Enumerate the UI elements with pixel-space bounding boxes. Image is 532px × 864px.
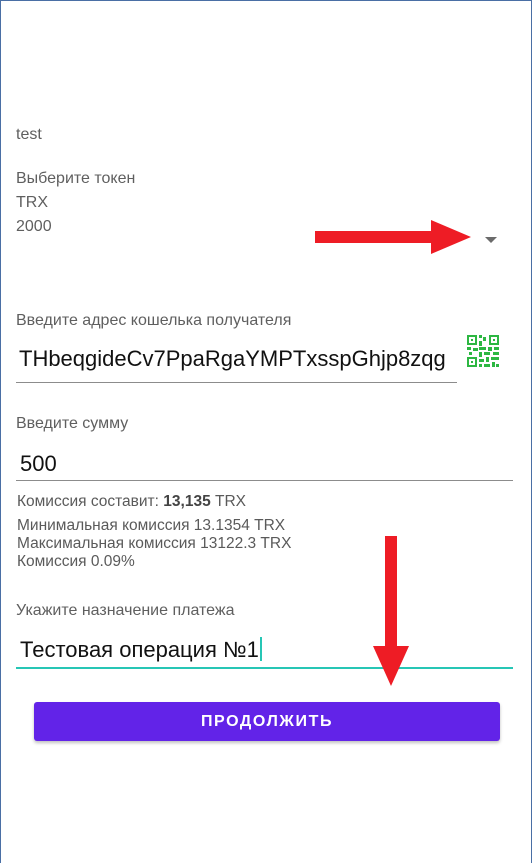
commission-value: 13,135 — [163, 493, 211, 510]
purpose-input[interactable]: Тестовая операция №1 — [20, 637, 262, 663]
continue-button[interactable]: ПРОДОЛЖИТЬ — [34, 702, 500, 741]
commission-percent: Комиссия 0.09% — [17, 553, 135, 570]
address-label: Введите адрес кошелька получателя — [16, 312, 292, 329]
screen: test Выберите токен TRX 2000 Введите адр… — [0, 0, 532, 863]
text-cursor — [259, 637, 262, 661]
amount-input[interactable]: 500 — [20, 451, 57, 477]
commission-max: Максимальная комиссия 13122.3 TRX — [17, 535, 292, 552]
annotation-arrow-down-icon — [373, 536, 409, 686]
commission-unit: TRX — [210, 493, 247, 510]
commission-min: Минимальная комиссия 13.1354 TRX — [17, 517, 286, 534]
token-balance: 2000 — [16, 218, 52, 235]
amount-label: Введите сумму — [16, 415, 129, 432]
purpose-label: Укажите назначение платежа — [16, 602, 235, 619]
purpose-underline — [16, 667, 513, 669]
qr-code-icon[interactable] — [467, 335, 499, 367]
purpose-input-value: Тестовая операция №1 — [20, 637, 259, 662]
account-name: test — [16, 126, 42, 143]
address-input[interactable]: THbeqgideCv7PpaRgaYMPTxsspGhjp8zqg — [19, 346, 446, 372]
commission-prefix: Комиссия составит: — [17, 493, 164, 510]
annotation-arrow-right-icon — [315, 220, 471, 254]
token-select-label: Выберите токен — [16, 170, 136, 187]
token-symbol: TRX — [16, 194, 48, 211]
dropdown-caret-icon[interactable] — [485, 237, 497, 243]
address-underline — [16, 382, 457, 383]
amount-underline — [16, 480, 513, 481]
commission-total: Комиссия составит: 13,135 TRX — [17, 493, 246, 510]
